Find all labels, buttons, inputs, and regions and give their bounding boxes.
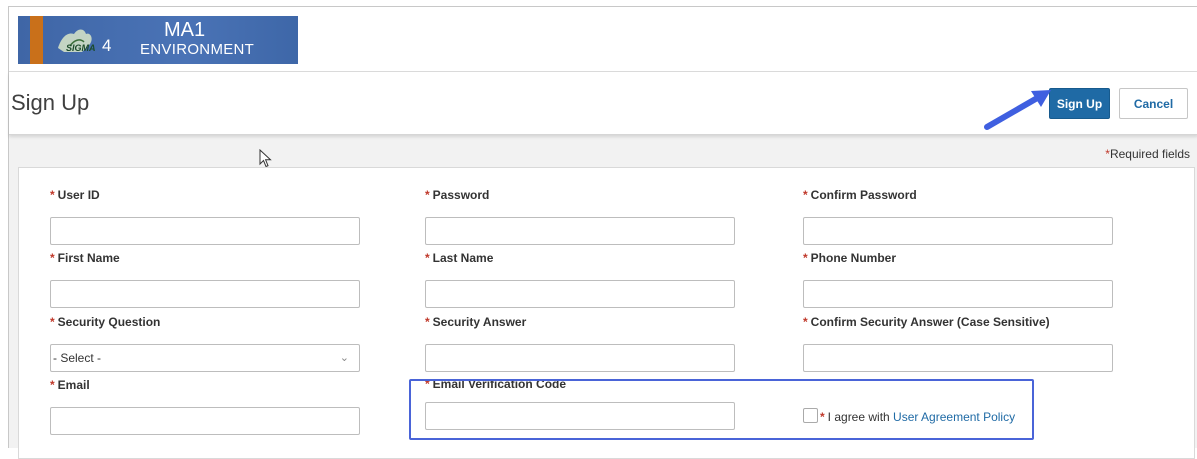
- confirm-security-answer-input[interactable]: [803, 344, 1113, 372]
- banner-stripe: [30, 16, 43, 64]
- last-name-label: * Last Name: [425, 251, 494, 265]
- annotation-arrow-icon: [984, 90, 1051, 130]
- confirm-password-input[interactable]: [803, 217, 1113, 245]
- confirm-password-field: * Confirm Password: [803, 188, 1113, 245]
- security-question-select[interactable]: - Select - ⌄: [50, 344, 360, 372]
- phone-number-label: * Phone Number: [803, 251, 897, 265]
- michigan-logo-icon: SIGMA 4: [58, 29, 111, 55]
- user-agreement-checkbox[interactable]: [803, 408, 818, 423]
- svg-text:4: 4: [102, 36, 111, 55]
- security-answer-field: * Security Answer: [425, 315, 735, 372]
- first-name-input[interactable]: [50, 280, 360, 308]
- email-input[interactable]: [50, 407, 360, 435]
- security-answer-label: * Security Answer: [425, 315, 527, 329]
- security-question-field: * Security Question - Select - ⌄: [50, 315, 360, 372]
- confirm-security-answer-label: * Confirm Security Answer (Case Sensitive…: [803, 315, 1050, 329]
- email-field: * Email: [50, 378, 360, 435]
- signup-form: * User ID * Password * Confirm Password * Fi…: [18, 167, 1195, 459]
- user-id-field: * User ID: [50, 188, 360, 245]
- security-answer-input[interactable]: [425, 344, 735, 372]
- security-question-label: * Security Question: [50, 315, 161, 329]
- confirm-security-answer-field: * Confirm Security Answer (Case Sensitive…: [803, 315, 1113, 372]
- chevron-down-icon: ⌄: [339, 352, 349, 364]
- last-name-field: * Last Name: [425, 251, 735, 308]
- environment-label: ENVIRONMENT: [140, 41, 255, 58]
- mouse-cursor-icon: [259, 149, 272, 168]
- app-frame: SIGMA 4 MA1 ENVIRONMENT Sign Up Sign Up …: [8, 6, 1197, 459]
- password-field: * Password: [425, 188, 735, 245]
- first-name-label: * First Name: [50, 251, 120, 265]
- user-agreement-policy-link[interactable]: User Agreement Policy: [893, 410, 1015, 424]
- environment-code: MA1: [164, 19, 206, 41]
- environment-title: MA1 ENVIRONMENT: [140, 20, 290, 57]
- security-question-selected: - Select -: [53, 351, 102, 365]
- phone-number-field: * Phone Number: [803, 251, 1113, 308]
- password-input[interactable]: [425, 217, 735, 245]
- last-name-input[interactable]: [425, 280, 735, 308]
- password-label: * Password: [425, 188, 490, 202]
- email-label: * Email: [50, 378, 90, 392]
- first-name-field: * First Name: [50, 251, 360, 308]
- cancel-button[interactable]: Cancel: [1119, 88, 1188, 119]
- user-id-input[interactable]: [50, 217, 360, 245]
- page-title: Sign Up: [11, 90, 90, 115]
- user-agreement: * I agree with User Agreement Policy: [803, 408, 1015, 424]
- user-agreement-text: I agree with: [827, 410, 894, 424]
- environment-banner: SIGMA 4 MA1 ENVIRONMENT: [18, 16, 298, 64]
- confirm-password-label: * Confirm Password: [803, 188, 917, 202]
- required-fields-note: *Required fields: [1105, 147, 1190, 161]
- top-bar: SIGMA 4 MA1 ENVIRONMENT: [9, 7, 1197, 72]
- phone-number-input[interactable]: [803, 280, 1113, 308]
- user-id-label: * User ID: [50, 188, 100, 202]
- svg-text:SIGMA: SIGMA: [66, 43, 96, 53]
